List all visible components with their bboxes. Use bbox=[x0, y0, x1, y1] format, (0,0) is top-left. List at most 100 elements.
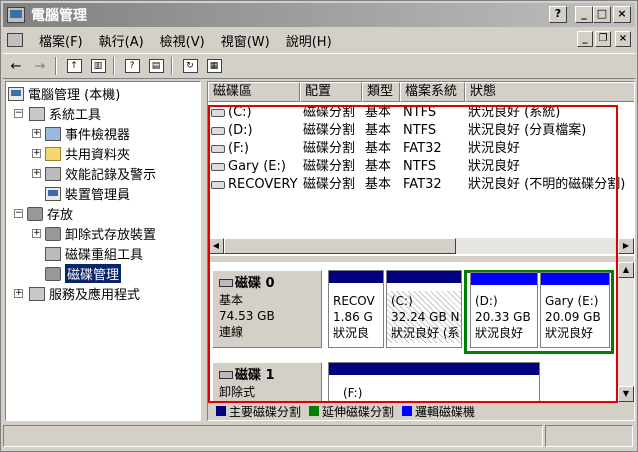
minimize-button[interactable]: _ bbox=[575, 6, 593, 23]
volume-type: 基本 bbox=[365, 141, 392, 156]
volume-name: (C:) bbox=[228, 105, 252, 120]
folder-icon bbox=[45, 146, 61, 161]
legend-primary: 主要磁碟分割 bbox=[229, 404, 302, 419]
disk1-label[interactable]: 磁碟 1 卸除式 bbox=[212, 362, 322, 402]
removable-disk-icon bbox=[219, 371, 233, 379]
scroll-down-icon[interactable]: ▼ bbox=[618, 386, 634, 402]
menu-view[interactable]: 檢視(V) bbox=[152, 31, 213, 50]
horizontal-scrollbar[interactable]: ◀ ▶ bbox=[208, 238, 634, 254]
close-button[interactable]: × bbox=[613, 6, 631, 23]
volume-row[interactable]: Gary (E:) 磁碟分割 基本 NTFS 狀況良好 bbox=[208, 158, 634, 176]
mdi-window-icon[interactable] bbox=[7, 33, 23, 47]
volume-layout: 磁碟分割 bbox=[303, 105, 356, 120]
column-filesystem[interactable]: 檔案系統 bbox=[400, 82, 465, 102]
properties-icon[interactable]: ? bbox=[121, 56, 143, 76]
tree-item-system-tools[interactable]: − 系統工具 bbox=[14, 104, 101, 123]
disk-size: 74.53 GB bbox=[219, 309, 275, 323]
partition-d[interactable]: (D:) 20.33 GB 狀況良好 bbox=[470, 272, 538, 348]
partition-size: 20.33 GB bbox=[475, 310, 531, 324]
disk-type: 基本 bbox=[219, 293, 244, 307]
menu-action[interactable]: 執行(A) bbox=[91, 31, 152, 50]
volume-layout: 磁碟分割 bbox=[303, 141, 356, 156]
volume-layout: 磁碟分割 bbox=[303, 123, 356, 138]
scroll-up-icon[interactable]: ▲ bbox=[618, 262, 634, 278]
tree-item-disk-management[interactable]: 磁碟管理 bbox=[45, 264, 122, 283]
mdi-minimize-button[interactable]: _ bbox=[577, 31, 593, 47]
partition-size: 1.86 G bbox=[333, 310, 373, 324]
title-bar[interactable]: 電腦管理 ? _ □ × bbox=[3, 3, 635, 27]
volume-row[interactable]: (C:) 磁碟分割 基本 NTFS 狀況良好 (系統) bbox=[208, 104, 634, 122]
computer-icon bbox=[8, 86, 24, 101]
expand-icon[interactable]: + bbox=[32, 149, 41, 158]
partition-label: (C:) bbox=[391, 294, 413, 308]
mdi-close-button[interactable]: × bbox=[615, 31, 631, 47]
tree-item-perf-logs[interactable]: + 效能記錄及警示 bbox=[32, 164, 156, 183]
disk-management-icon bbox=[45, 266, 61, 281]
scroll-right-icon[interactable]: ▶ bbox=[618, 238, 634, 254]
volume-row[interactable]: RECOVERY 磁碟分割 基本 FAT32 狀況良好 (不明的磁碟分割) bbox=[208, 176, 634, 194]
expand-icon[interactable]: + bbox=[32, 229, 41, 238]
column-volume[interactable]: 磁碟區 bbox=[208, 82, 300, 102]
tree-item-device-manager[interactable]: 裝置管理員 bbox=[45, 184, 130, 203]
expand-icon[interactable]: + bbox=[14, 289, 23, 298]
export-list-icon[interactable]: ▦ bbox=[203, 56, 225, 76]
collapse-icon[interactable]: − bbox=[14, 209, 23, 218]
volume-row[interactable]: (D:) 磁碟分割 基本 NTFS 狀況良好 (分頁檔案) bbox=[208, 122, 634, 140]
details-pane: 磁碟區 配置 類型 檔案系統 狀態 (C:) 磁碟分割 基本 NTFS 狀況良好… bbox=[207, 81, 635, 421]
partition-e[interactable]: Gary (E:) 20.09 GB 狀況良好 bbox=[540, 272, 610, 348]
tree-item-storage[interactable]: − 存放 bbox=[14, 204, 73, 223]
volume-fs: NTFS bbox=[403, 105, 437, 120]
tree-item-shared-folders[interactable]: + 共用資料夾 bbox=[32, 144, 130, 163]
disk0-label[interactable]: 磁碟 0 基本 74.53 GB 連線 bbox=[212, 270, 322, 348]
show-tree-icon[interactable]: ▥ bbox=[87, 56, 109, 76]
partition-status: 狀況良好 bbox=[475, 326, 524, 340]
volume-fs: NTFS bbox=[403, 159, 437, 174]
expand-icon[interactable]: + bbox=[32, 129, 41, 138]
volume-row[interactable]: (F:) 磁碟分割 基本 FAT32 狀況良好 bbox=[208, 140, 634, 158]
collapse-icon[interactable]: − bbox=[14, 109, 23, 118]
column-layout[interactable]: 配置 bbox=[300, 82, 362, 102]
menu-help[interactable]: 說明(H) bbox=[278, 31, 340, 50]
defrag-icon bbox=[45, 246, 61, 261]
tree-item-event-viewer[interactable]: + 事件檢視器 bbox=[32, 124, 130, 143]
tree-item-services[interactable]: + 服務及應用程式 bbox=[14, 284, 140, 303]
volume-fs: FAT32 bbox=[403, 177, 442, 192]
partition-f[interactable]: (F:) bbox=[328, 362, 540, 402]
primary-partition-bar bbox=[329, 363, 539, 375]
menu-file[interactable]: 檔案(F) bbox=[31, 31, 91, 50]
partition-label: (F:) bbox=[343, 386, 363, 400]
vertical-scrollbar[interactable]: ▲ ▼ bbox=[618, 262, 634, 402]
partition-status: 狀況良 bbox=[333, 326, 370, 340]
tree-item-root[interactable]: 電腦管理 (本機) bbox=[8, 84, 120, 103]
maximize-button[interactable]: □ bbox=[593, 6, 611, 23]
toolbar: ← → ↑ ▥ ? ▤ ↻ ▦ bbox=[3, 53, 635, 79]
status-panel-secondary bbox=[545, 425, 633, 447]
scroll-thumb[interactable] bbox=[224, 238, 456, 254]
toolbar-separator bbox=[113, 57, 115, 75]
tree-item-removable-storage[interactable]: + 卸除式存放裝置 bbox=[32, 224, 156, 243]
help-icon[interactable]: ▤ bbox=[145, 56, 167, 76]
primary-partition-swatch bbox=[216, 406, 226, 416]
storage-icon bbox=[27, 206, 43, 221]
forward-arrow-icon[interactable]: → bbox=[29, 56, 51, 76]
mdi-restore-button[interactable]: ❐ bbox=[595, 31, 611, 47]
partition-recovery[interactable]: RECOV 1.86 G 狀況良 bbox=[328, 270, 384, 348]
tree-label: 服務及應用程式 bbox=[49, 288, 141, 303]
volume-status: 狀況良好 (分頁檔案) bbox=[468, 123, 587, 138]
menu-bar: 檔案(F) 執行(A) 檢視(V) 視窗(W) 說明(H) _ ❐ × bbox=[3, 29, 635, 51]
scroll-left-icon[interactable]: ◀ bbox=[208, 238, 224, 254]
up-folder-icon[interactable]: ↑ bbox=[63, 56, 85, 76]
partition-c[interactable]: (C:) 32.24 GB N 狀況良好 (系 bbox=[386, 270, 462, 348]
help-button[interactable]: ? bbox=[549, 6, 567, 23]
tree-label: 事件檢視器 bbox=[65, 128, 131, 143]
menu-window[interactable]: 視窗(W) bbox=[213, 31, 278, 50]
partition-label: (D:) bbox=[475, 294, 498, 308]
column-type[interactable]: 類型 bbox=[362, 82, 400, 102]
column-status[interactable]: 狀態 bbox=[465, 82, 634, 102]
back-arrow-icon[interactable]: ← bbox=[5, 56, 27, 76]
tree-item-defrag[interactable]: 磁碟重組工具 bbox=[45, 244, 143, 263]
graphical-disk-view: 磁碟 0 基本 74.53 GB 連線 RECOV 1.86 G 狀況良 (C:… bbox=[208, 262, 618, 402]
expand-icon[interactable]: + bbox=[32, 169, 41, 178]
refresh-icon[interactable]: ↻ bbox=[179, 56, 201, 76]
volume-layout: 磁碟分割 bbox=[303, 159, 356, 174]
